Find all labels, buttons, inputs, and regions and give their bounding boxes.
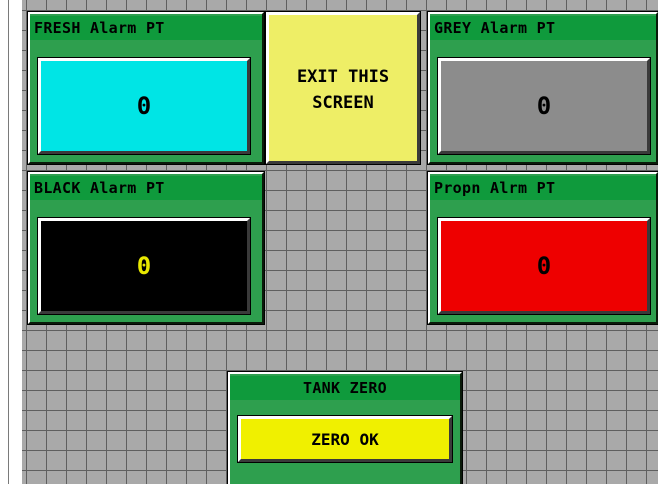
- black-alarm-title: BLACK Alarm PT: [30, 176, 262, 200]
- window-edge: [0, 0, 22, 484]
- propn-alarm-value-field[interactable]: 0: [437, 217, 651, 315]
- exit-screen-button[interactable]: EXIT THIS SCREEN: [265, 11, 421, 165]
- window-edge-line: [8, 0, 9, 484]
- fresh-alarm-title: FRESH Alarm PT: [30, 16, 262, 40]
- black-alarm-value: 0: [136, 252, 152, 280]
- propn-alarm-panel: Propn Alrm PT 0: [427, 171, 658, 325]
- zero-ok-button[interactable]: ZERO OK: [237, 415, 453, 463]
- hmi-screen: FRESH Alarm PT 0 EXIT THIS SCREEN GREY A…: [0, 0, 658, 484]
- tank-zero-title: TANK ZERO: [230, 376, 460, 400]
- grey-alarm-title: GREY Alarm PT: [430, 16, 656, 40]
- grey-alarm-value-field[interactable]: 0: [437, 57, 651, 155]
- fresh-alarm-panel: FRESH Alarm PT 0: [27, 11, 265, 165]
- black-alarm-panel: BLACK Alarm PT 0: [27, 171, 265, 325]
- propn-alarm-title: Propn Alrm PT: [430, 176, 656, 200]
- grey-alarm-value: 0: [536, 92, 552, 120]
- exit-button-line2: SCREEN: [312, 93, 374, 113]
- exit-button-line1: EXIT THIS: [296, 67, 390, 87]
- zero-ok-label: ZERO OK: [311, 429, 379, 449]
- fresh-alarm-value-field[interactable]: 0: [37, 57, 251, 155]
- grey-alarm-panel: GREY Alarm PT 0: [427, 11, 658, 165]
- tank-zero-panel: TANK ZERO ZERO OK: [227, 371, 463, 484]
- black-alarm-value-field[interactable]: 0: [37, 217, 251, 315]
- fresh-alarm-value: 0: [136, 92, 152, 120]
- propn-alarm-value: 0: [536, 252, 552, 280]
